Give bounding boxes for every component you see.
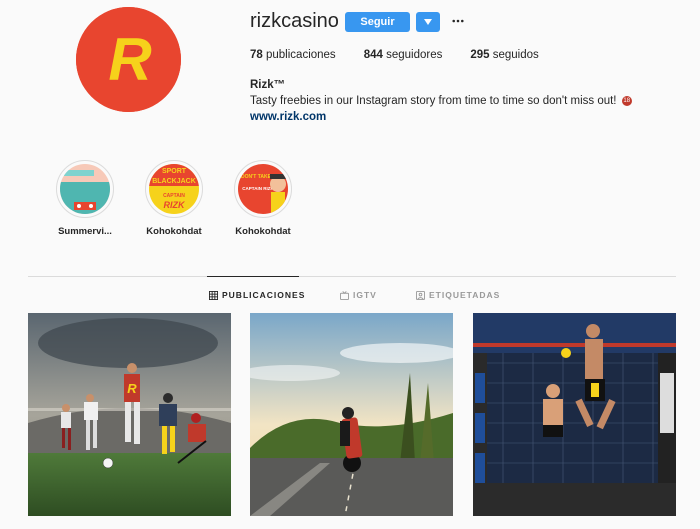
posts-count: 78 xyxy=(250,49,263,61)
highlight-label: Kohokohdat xyxy=(235,226,291,237)
highlight-overlay-text: RIZK xyxy=(164,200,186,210)
highlight-captain-rizk[interactable]: DON'T TAKE CAPTAIN RIZK Kohokohdat xyxy=(228,160,298,237)
highlight-ring: SPORT BLACKJACK CAPTAIN RIZK xyxy=(145,160,203,218)
post-sports-stadium[interactable]: R xyxy=(28,313,231,516)
tab-igtv[interactable]: IGTV xyxy=(340,290,377,300)
highlight-label: Summervi... xyxy=(58,226,112,237)
sports-stadium-image: R xyxy=(28,313,231,516)
profile-username: rizkcasino xyxy=(250,10,339,32)
captain-rizk-highlight-icon: DON'T TAKE CAPTAIN RIZK xyxy=(238,164,288,214)
highlight-overlay-text: DON'T TAKE xyxy=(241,174,272,180)
blackjack-highlight-icon: SPORT BLACKJACK CAPTAIN RIZK xyxy=(149,164,199,214)
highlight-summer[interactable]: Summervi... xyxy=(50,160,120,237)
highlight-blackjack[interactable]: SPORT BLACKJACK CAPTAIN RIZK Kohokohdat xyxy=(139,160,209,237)
motorcycle-road-image xyxy=(250,313,453,516)
bio-text: Tasty freebies in our Instagram story fr… xyxy=(250,95,617,107)
tab-label: PUBLICACIONES xyxy=(222,290,306,300)
suggestions-dropdown-button[interactable] xyxy=(416,12,440,32)
posts-label: publicaciones xyxy=(266,49,336,61)
tab-posts[interactable]: PUBLICACIONES xyxy=(209,290,305,300)
svg-text:R: R xyxy=(127,381,137,396)
follow-button[interactable]: Seguir xyxy=(345,12,410,32)
tag-icon xyxy=(416,290,425,300)
followers-stat[interactable]: 844 seguidores xyxy=(364,49,443,61)
tab-label: IGTV xyxy=(353,290,377,300)
svg-text:R: R xyxy=(108,26,151,93)
followers-count: 844 xyxy=(363,49,383,61)
tabs-divider xyxy=(28,276,676,277)
bio-website-link[interactable]: www.rizk.com xyxy=(250,111,326,123)
post-motorcycle-road[interactable] xyxy=(250,313,453,516)
followers-label: seguidores xyxy=(386,49,443,61)
more-options-button[interactable] xyxy=(450,13,466,29)
rizk-logo-icon: R xyxy=(76,7,181,112)
chevron-down-icon xyxy=(424,19,432,25)
highlight-ring: DON'T TAKE CAPTAIN RIZK xyxy=(234,160,292,218)
highlight-ring xyxy=(56,160,114,218)
tv-icon xyxy=(340,290,349,300)
following-label: seguidos xyxy=(492,49,539,61)
summer-highlight-icon xyxy=(60,164,110,214)
highlight-label: Kohokohdat xyxy=(146,226,202,237)
following-count: 295 xyxy=(470,49,490,61)
profile-stats: 78 publicaciones 844 seguidores 295 segu… xyxy=(250,49,567,61)
bio-text-line: Tasty freebies in our Instagram story fr… xyxy=(250,95,632,107)
highlight-overlay-text: BLACKJACK xyxy=(152,178,196,185)
profile-avatar[interactable]: R xyxy=(76,7,181,112)
following-stat[interactable]: 295 seguidos xyxy=(470,49,538,61)
posts-stat: 78 publicaciones xyxy=(250,49,336,61)
highlight-overlay-text: CAPTAIN RIZK xyxy=(242,186,274,191)
highlight-overlay-text: CAPTAIN xyxy=(163,193,185,199)
active-tab-indicator xyxy=(207,276,299,277)
ellipsis-icon xyxy=(452,19,464,23)
post-mma-cage-fight[interactable] xyxy=(473,313,676,516)
bio-name: Rizk™ xyxy=(250,79,286,91)
mma-cage-fight-image xyxy=(473,313,676,516)
tab-tagged[interactable]: ETIQUETADAS xyxy=(416,290,500,300)
tab-label: ETIQUETADAS xyxy=(429,290,501,300)
grid-icon xyxy=(209,290,218,300)
no-under-18-icon: 18 xyxy=(621,95,632,106)
highlight-overlay-text: SPORT xyxy=(162,168,187,175)
